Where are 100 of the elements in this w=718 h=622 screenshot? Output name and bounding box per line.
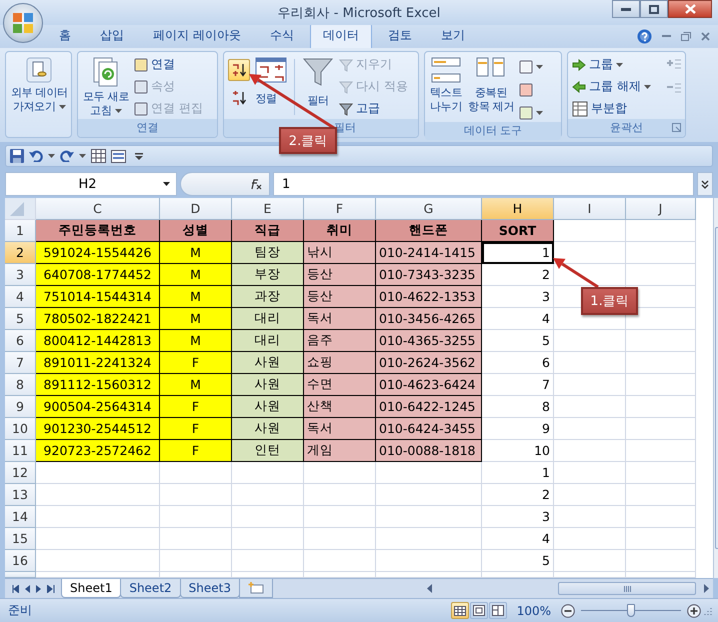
row-header[interactable]: 1: [5, 220, 36, 242]
table-cell[interactable]: 010-4622-1353: [376, 286, 482, 308]
empty-cell[interactable]: [554, 550, 626, 572]
table-cell[interactable]: 900504-2564314: [36, 396, 160, 418]
empty-cell[interactable]: [554, 528, 626, 550]
table-cell[interactable]: 10: [482, 440, 554, 462]
table-cell[interactable]: 독서: [304, 308, 376, 330]
zoom-slider[interactable]: [581, 604, 681, 617]
sheet-nav-prev-icon[interactable]: [23, 584, 31, 592]
column-header[interactable]: H: [482, 198, 554, 220]
restore-icon[interactable]: [681, 32, 691, 41]
table-cell[interactable]: 920723-2572462: [36, 440, 160, 462]
table-cell[interactable]: 751014-1544314: [36, 286, 160, 308]
empty-cell[interactable]: [626, 220, 696, 242]
empty-cell[interactable]: [626, 506, 696, 528]
outline-item[interactable]: 그룹 해제: [572, 77, 651, 96]
table-cell[interactable]: 부장: [232, 264, 304, 286]
filter-button[interactable]: 필터: [301, 55, 335, 119]
table-cell[interactable]: 4: [482, 308, 554, 330]
empty-cell[interactable]: [626, 264, 696, 286]
table-cell[interactable]: 1: [482, 242, 554, 264]
table-cell[interactable]: 음주: [304, 330, 376, 352]
empty-cell[interactable]: [626, 440, 696, 462]
column-header[interactable]: J: [626, 198, 696, 220]
table-cell[interactable]: 3: [482, 506, 554, 528]
column-title[interactable]: SORT: [482, 220, 554, 242]
row-header[interactable]: 6: [5, 330, 36, 352]
empty-cell[interactable]: [554, 352, 626, 374]
sheet-nav-next-icon[interactable]: [35, 584, 43, 592]
column-header[interactable]: C: [36, 198, 160, 220]
sheet-tab[interactable]: Sheet3: [180, 579, 240, 598]
table-cell[interactable]: 010-2624-3562: [376, 352, 482, 374]
view-button[interactable]: [470, 602, 488, 619]
empty-cell[interactable]: [376, 528, 482, 550]
ribbon-tab[interactable]: 삽입: [87, 23, 137, 48]
table-cell[interactable]: 대리: [232, 308, 304, 330]
name-box[interactable]: H2: [5, 172, 177, 196]
empty-cell[interactable]: [232, 506, 304, 528]
table-cell[interactable]: 게임: [304, 440, 376, 462]
scroll-thumb[interactable]: [558, 582, 696, 595]
empty-cell[interactable]: [160, 506, 232, 528]
outline-item[interactable]: 부분합: [572, 99, 651, 118]
scroll-left-icon[interactable]: [427, 584, 432, 593]
table-cell[interactable]: 2: [482, 484, 554, 506]
ribbon-item[interactable]: 고급: [339, 99, 408, 118]
row-header[interactable]: 11: [5, 440, 36, 462]
row-header[interactable]: 12: [5, 462, 36, 484]
table-cell[interactable]: 사원: [232, 352, 304, 374]
empty-cell[interactable]: [626, 462, 696, 484]
table-cell[interactable]: 등산: [304, 286, 376, 308]
customize-menu-icon[interactable]: [135, 152, 143, 160]
table-cell[interactable]: 901230-2544512: [36, 418, 160, 440]
empty-cell[interactable]: [160, 528, 232, 550]
row-header[interactable]: 4: [5, 286, 36, 308]
row-header[interactable]: 8: [5, 374, 36, 396]
empty-cell[interactable]: [554, 462, 626, 484]
table-cell[interactable]: 사원: [232, 374, 304, 396]
table-cell[interactable]: 891011-2241324: [36, 352, 160, 374]
table-cell[interactable]: 591024-1554426: [36, 242, 160, 264]
column-header[interactable]: F: [304, 198, 376, 220]
refresh-all-button[interactable]: 모두 새로 고침: [82, 55, 130, 119]
ribbon-tab[interactable]: 데이터: [310, 23, 372, 48]
table-cell[interactable]: 5: [482, 330, 554, 352]
view-button[interactable]: [488, 602, 507, 619]
table-cell[interactable]: 4: [482, 528, 554, 550]
table-cell[interactable]: 2: [482, 264, 554, 286]
table-cell[interactable]: 780502-1822421: [36, 308, 160, 330]
empty-cell[interactable]: [304, 528, 376, 550]
sort-button[interactable]: 정렬: [254, 55, 288, 119]
empty-cell[interactable]: [626, 418, 696, 440]
row-header[interactable]: 13: [5, 484, 36, 506]
table-cell[interactable]: 1: [482, 462, 554, 484]
undo-icon[interactable]: [29, 150, 43, 162]
sheet-tab[interactable]: Sheet2: [120, 579, 181, 598]
close-button[interactable]: [668, 0, 712, 18]
empty-cell[interactable]: [304, 506, 376, 528]
empty-cell[interactable]: [626, 396, 696, 418]
column-header[interactable]: G: [376, 198, 482, 220]
column-title[interactable]: 핸드폰: [376, 220, 482, 242]
close-icon[interactable]: [701, 32, 710, 41]
table-cell[interactable]: 5: [482, 550, 554, 572]
empty-cell[interactable]: [626, 352, 696, 374]
form-icon[interactable]: [111, 150, 126, 162]
empty-cell[interactable]: [626, 330, 696, 352]
table-cell[interactable]: 6: [482, 352, 554, 374]
table-cell[interactable]: M: [160, 330, 232, 352]
table-cell[interactable]: 010-7343-3235: [376, 264, 482, 286]
table-cell[interactable]: M: [160, 264, 232, 286]
table-cell[interactable]: 독서: [304, 418, 376, 440]
select-all-icon[interactable]: [8, 202, 24, 216]
table-cell[interactable]: 800412-1442813: [36, 330, 160, 352]
table-cell[interactable]: 7: [482, 374, 554, 396]
table-cell[interactable]: M: [160, 308, 232, 330]
dialog-launcher-icon[interactable]: [672, 123, 681, 132]
empty-cell[interactable]: [554, 506, 626, 528]
zoom-level[interactable]: 100%: [516, 604, 551, 618]
table-cell[interactable]: F: [160, 440, 232, 462]
minimize-button[interactable]: [612, 0, 640, 18]
table-cell[interactable]: 010-4623-6424: [376, 374, 482, 396]
table-cell[interactable]: 과장: [232, 286, 304, 308]
